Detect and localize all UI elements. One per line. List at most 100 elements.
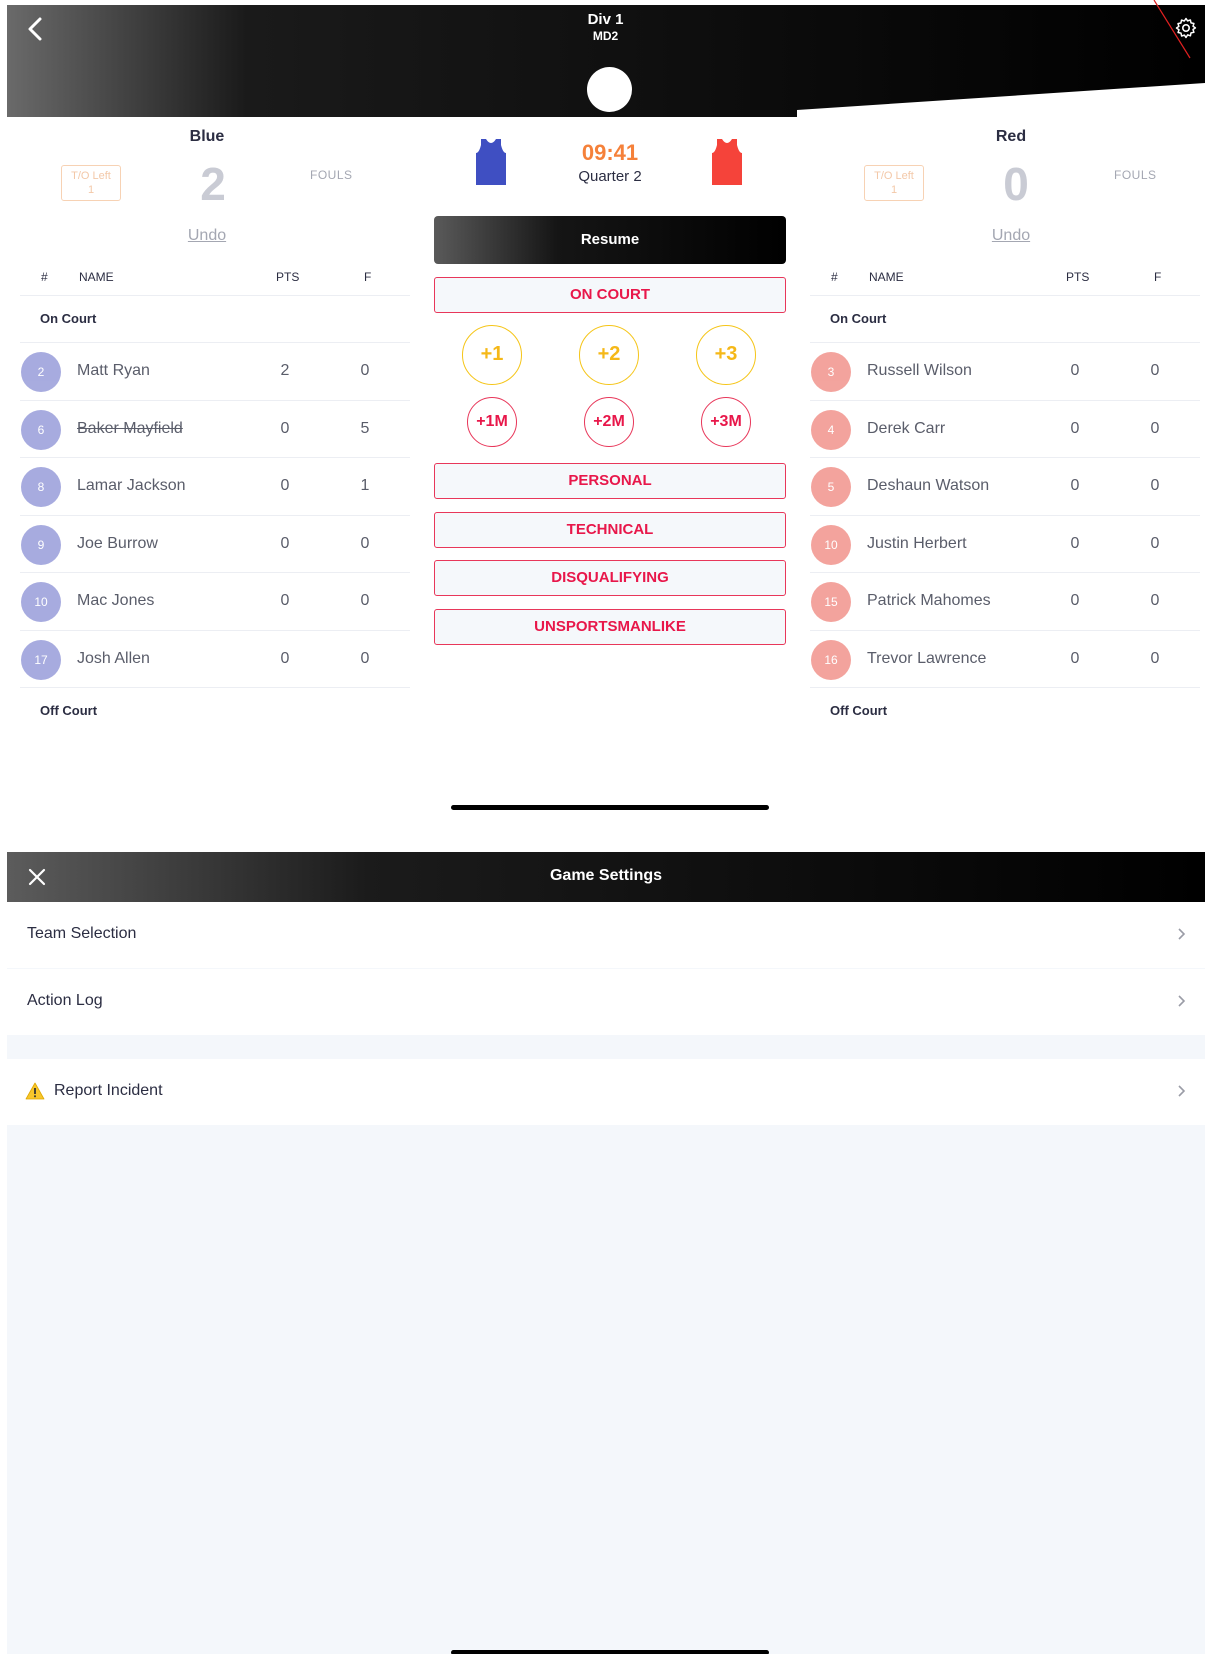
possession-indicator[interactable] [587,67,632,112]
game-settings-sheet: Game Settings Team Selection Action Log … [7,852,1205,1654]
player-name: Joe Burrow [77,534,158,552]
player-row[interactable]: 15 Patrick Mahomes 0 0 [810,573,1200,631]
player-fouls: 0 [360,649,370,667]
player-points: 0 [280,592,290,609]
settings-header: Game Settings [7,852,1205,902]
player-row[interactable]: 9 Joe Burrow 0 0 [20,516,410,573]
action-log-row[interactable]: Action Log [7,969,1205,1035]
home-indicator [451,1650,769,1654]
action-log-label: Action Log [27,992,103,1009]
player-number-badge: 10 [21,582,61,622]
player-name: Lamar Jackson [77,477,186,494]
chevron-right-icon [1178,928,1186,940]
away-off-court-section: Off Court [810,688,1200,735]
col-name: NAME [869,270,904,284]
home-team-name: Blue [189,128,225,145]
player-row[interactable]: 10 Mac Jones 0 0 [20,573,410,631]
player-points: 0 [1070,419,1080,437]
player-number-badge: 17 [21,639,61,680]
home-timeouts-box[interactable]: T/O Left 1 [61,165,121,201]
player-fouls: 0 [1150,534,1160,552]
player-fouls: 0 [1150,649,1160,667]
player-number-badge: 6 [21,409,61,450]
player-fouls: 0 [360,592,370,609]
team-selection-row[interactable]: Team Selection [7,902,1205,968]
player-name: Justin Herbert [867,534,967,552]
player-number-badge: 3 [811,352,851,392]
col-number: # [831,270,838,284]
away-on-court-section: On Court [810,296,1200,343]
player-name: Josh Allen [77,649,150,667]
player-points: 0 [1070,592,1080,609]
player-fouls: 0 [1150,592,1160,609]
player-row[interactable]: 4 Derek Carr 0 0 [810,401,1200,458]
resume-button[interactable]: Resume [434,216,786,264]
chevron-right-icon [1178,995,1186,1007]
player-number-badge: 16 [811,639,851,680]
game-screen: Div 1 MD2 Blue T/O Left 1 2 FOULS Undo R… [0,0,1211,830]
plus-one-button[interactable]: +1 [462,325,522,385]
player-number-badge: 15 [811,582,851,622]
away-roster: # NAME PTS F On Court 3 Russell Wilson 0 0 4… [810,262,1200,735]
game-matchday: MD2 [592,29,619,43]
miss-two-button[interactable]: +2M [584,397,634,447]
player-row[interactable]: 2 Matt Ryan 2 0 [20,343,410,401]
col-fouls: F [364,270,372,284]
player-row[interactable]: 16 Trevor Lawrence 0 0 [810,631,1200,688]
on-court-button[interactable]: ON COURT [434,277,786,313]
player-row[interactable]: 6 Baker Mayfield 0 5 [20,401,410,458]
home-on-court-section: On Court [20,296,410,343]
player-row[interactable]: 3 Russell Wilson 0 0 [810,343,1200,401]
player-fouls: 0 [1150,419,1160,437]
player-name: Matt Ryan [77,362,150,379]
player-row[interactable]: 5 Deshaun Watson 0 0 [810,458,1200,516]
section-label: On Court [40,311,97,326]
plus-two-button[interactable]: +2 [579,325,639,385]
game-period: Quarter 2 [578,168,642,185]
player-number-badge: 8 [21,467,61,507]
player-fouls: 1 [360,477,370,494]
disqualifying-foul-button[interactable]: DISQUALIFYING [434,560,786,596]
player-number-badge: 5 [811,467,851,507]
player-points: 0 [1070,534,1080,552]
team-selection-label: Team Selection [27,925,137,942]
player-fouls: 0 [1150,362,1160,379]
away-score: 0 [1003,158,1029,210]
col-number: # [41,270,48,284]
report-incident-row[interactable]: Report Incident [7,1059,1205,1125]
game-clock[interactable]: 09:41 [560,140,660,166]
col-name: NAME [79,270,114,284]
home-jersey-icon [476,139,506,185]
technical-foul-button[interactable]: TECHNICAL [434,512,786,548]
away-undo-button[interactable]: Undo [951,227,1071,245]
home-undo-button[interactable]: Undo [147,227,267,245]
away-fouls-label: FOULS [1114,168,1157,182]
miss-three-button[interactable]: +3M [701,397,751,447]
plus-three-button[interactable]: +3 [696,325,756,385]
away-timeouts-value: 1 [890,184,898,196]
warning-icon [25,1082,45,1100]
player-row[interactable]: 10 Justin Herbert 0 0 [810,516,1200,573]
player-name: Deshaun Watson [867,477,990,494]
personal-foul-button[interactable]: PERSONAL [434,463,786,499]
player-points: 0 [280,534,290,552]
player-points: 0 [280,419,290,437]
miss-one-button[interactable]: +1M [467,397,517,447]
player-row[interactable]: 8 Lamar Jackson 0 1 [20,458,410,516]
home-roster-header: # NAME PTS F [20,262,410,296]
player-number-badge: 10 [811,524,851,565]
home-timeouts-value: 1 [87,184,95,196]
player-row[interactable]: 17 Josh Allen 0 0 [20,631,410,688]
player-fouls: 5 [360,419,370,437]
player-points: 0 [1070,362,1080,379]
player-number-badge: 2 [21,352,61,392]
col-points: PTS [1066,270,1090,284]
home-indicator [451,805,769,810]
away-team-name: Red [995,128,1027,145]
player-points: 0 [280,649,290,667]
away-timeouts-box[interactable]: T/O Left 1 [864,165,924,201]
player-fouls: 0 [1150,477,1160,494]
player-name: Russell Wilson [867,362,972,379]
unsportsmanlike-foul-button[interactable]: UNSPORTSMANLIKE [434,609,786,645]
player-number-badge: 4 [811,409,851,450]
